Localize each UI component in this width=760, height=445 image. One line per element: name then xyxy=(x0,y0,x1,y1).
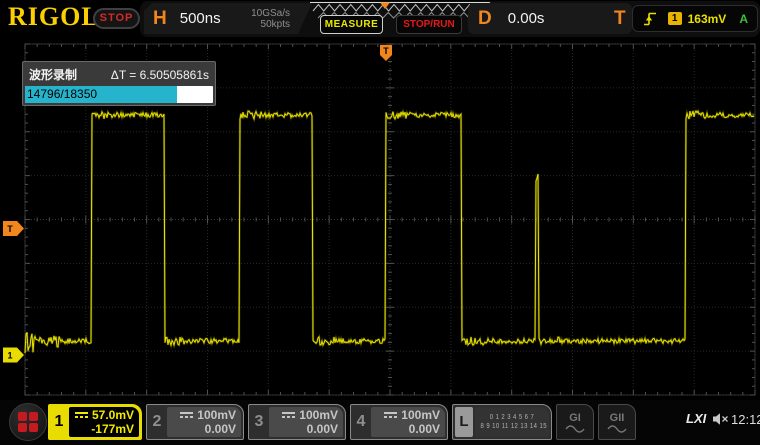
trigger-level-marker[interactable]: T xyxy=(3,221,24,236)
channel1-ground-marker[interactable]: 1 xyxy=(3,348,24,363)
trigger-level-value: 163mV xyxy=(688,12,727,26)
channel-1-scale: 57.0mV xyxy=(92,408,134,422)
horizontal-label: H xyxy=(153,8,167,30)
logic-channel-list: 0 1 2 3 4 5 6 7 8 9 10 11 12 13 14 15 xyxy=(475,407,549,437)
rising-edge-icon xyxy=(643,11,658,27)
channel-4-box[interactable]: 4 100mV 0.00V xyxy=(350,404,448,440)
channel-2-scale: 100mV xyxy=(197,408,236,422)
sample-rate: 10GSa/s xyxy=(251,8,290,19)
run-status-badge: STOP xyxy=(93,8,140,29)
channel-3-number: 3 xyxy=(249,405,269,439)
channel-4-values: 100mV 0.00V xyxy=(371,407,445,437)
channel-2-offset: 0.00V xyxy=(167,422,236,436)
logic-row-1: 0 1 2 3 4 5 6 7 xyxy=(481,413,544,422)
record-popup-title: 波形录制 xyxy=(29,66,77,83)
dc-coupling-icon xyxy=(75,412,88,418)
trigger-panel[interactable]: T 1 163mV A xyxy=(612,3,758,34)
stop-run-button[interactable]: STOP/RUN xyxy=(396,15,462,34)
channel-3-values: 100mV 0.00V xyxy=(269,407,343,437)
record-popup: 波形录制 ΔT = 6.50505861s 14796/18350 xyxy=(22,61,216,106)
trigger-position-marker[interactable]: T xyxy=(380,45,392,61)
sine-wave-icon xyxy=(565,424,585,433)
ch1-waveform-trace xyxy=(25,111,754,353)
record-delta-t: ΔT = 6.50505861s xyxy=(111,68,209,82)
trigger-source-badge: 1 xyxy=(668,12,682,25)
speaker-muted-icon xyxy=(712,412,729,426)
generator-1-box[interactable]: GI xyxy=(556,404,594,440)
oscilloscope-screen: T T 1 波形录制 ΔT = 6.50505861s 14796/18350 RI… xyxy=(0,0,760,445)
delay-panel[interactable]: D 0.00s xyxy=(468,3,632,34)
channel-4-offset: 0.00V xyxy=(371,422,440,436)
dc-coupling-icon xyxy=(282,412,295,418)
nav-dots-icon xyxy=(18,412,38,432)
top-bar: RIGOL STOP H 500ns 10GSa/s 50kpts MEASUR… xyxy=(0,0,760,38)
channel-1-offset: -177mV xyxy=(69,422,134,436)
channel-3-offset: 0.00V xyxy=(269,422,338,436)
svg-text:1: 1 xyxy=(7,351,12,361)
svg-text:T: T xyxy=(7,224,13,234)
delay-label: D xyxy=(478,8,492,30)
channel-3-box[interactable]: 3 100mV 0.00V xyxy=(248,404,346,440)
trigger-mode: A xyxy=(739,12,748,26)
channel-4-number: 4 xyxy=(351,405,371,439)
generator-2-label: GII xyxy=(610,412,625,424)
horizontal-panel[interactable]: H 500ns 10GSa/s 50kpts xyxy=(144,3,312,34)
channel-1-box[interactable]: 1 57.0mV -177mV xyxy=(48,404,142,440)
channel-4-scale: 100mV xyxy=(401,408,440,422)
generator-2-box[interactable]: GII xyxy=(598,404,636,440)
record-progress-text: 14796/18350 xyxy=(27,86,97,103)
bottom-bar: 1 57.0mV -177mV 2 100mV 0.00V 3 100mV 0.… xyxy=(0,400,760,445)
trigger-label: T xyxy=(614,8,626,30)
ch1-waveform-glow xyxy=(25,111,754,353)
logic-analyzer-box[interactable]: L 0 1 2 3 4 5 6 7 8 9 10 11 12 13 14 15 xyxy=(452,404,552,440)
system-time: 12:12 xyxy=(731,412,760,427)
channel-1-values: 57.0mV -177mV xyxy=(69,407,139,437)
memory-trigger-position-icon xyxy=(380,3,390,10)
generator-1-label: GI xyxy=(569,412,581,424)
dc-coupling-icon xyxy=(180,412,193,418)
channel-2-number: 2 xyxy=(147,405,167,439)
lxi-logo: LXI xyxy=(686,411,706,426)
channel-1-number: 1 xyxy=(49,405,69,439)
svg-text:T: T xyxy=(383,46,389,56)
timebase-value: 500ns xyxy=(180,10,221,27)
measure-button[interactable]: MEASURE xyxy=(320,15,383,34)
sine-wave-icon xyxy=(607,424,627,433)
record-progress-bar: 14796/18350 xyxy=(25,86,213,103)
channel-2-values: 100mV 0.00V xyxy=(167,407,241,437)
nav-menu-button[interactable] xyxy=(9,403,47,441)
logic-row-2: 8 9 10 11 12 13 14 15 xyxy=(481,422,544,431)
trigger-settings: 1 163mV A xyxy=(632,5,758,32)
acquisition-rates: 10GSa/s 50kpts xyxy=(251,8,290,30)
memory-depth: 50kpts xyxy=(261,19,290,30)
channel-3-scale: 100mV xyxy=(299,408,338,422)
delay-value: 0.00s xyxy=(508,10,545,27)
dc-coupling-icon xyxy=(384,412,397,418)
logic-label: L xyxy=(455,407,473,437)
channel-2-box[interactable]: 2 100mV 0.00V xyxy=(146,404,244,440)
brand-logo: RIGOL xyxy=(8,2,100,32)
